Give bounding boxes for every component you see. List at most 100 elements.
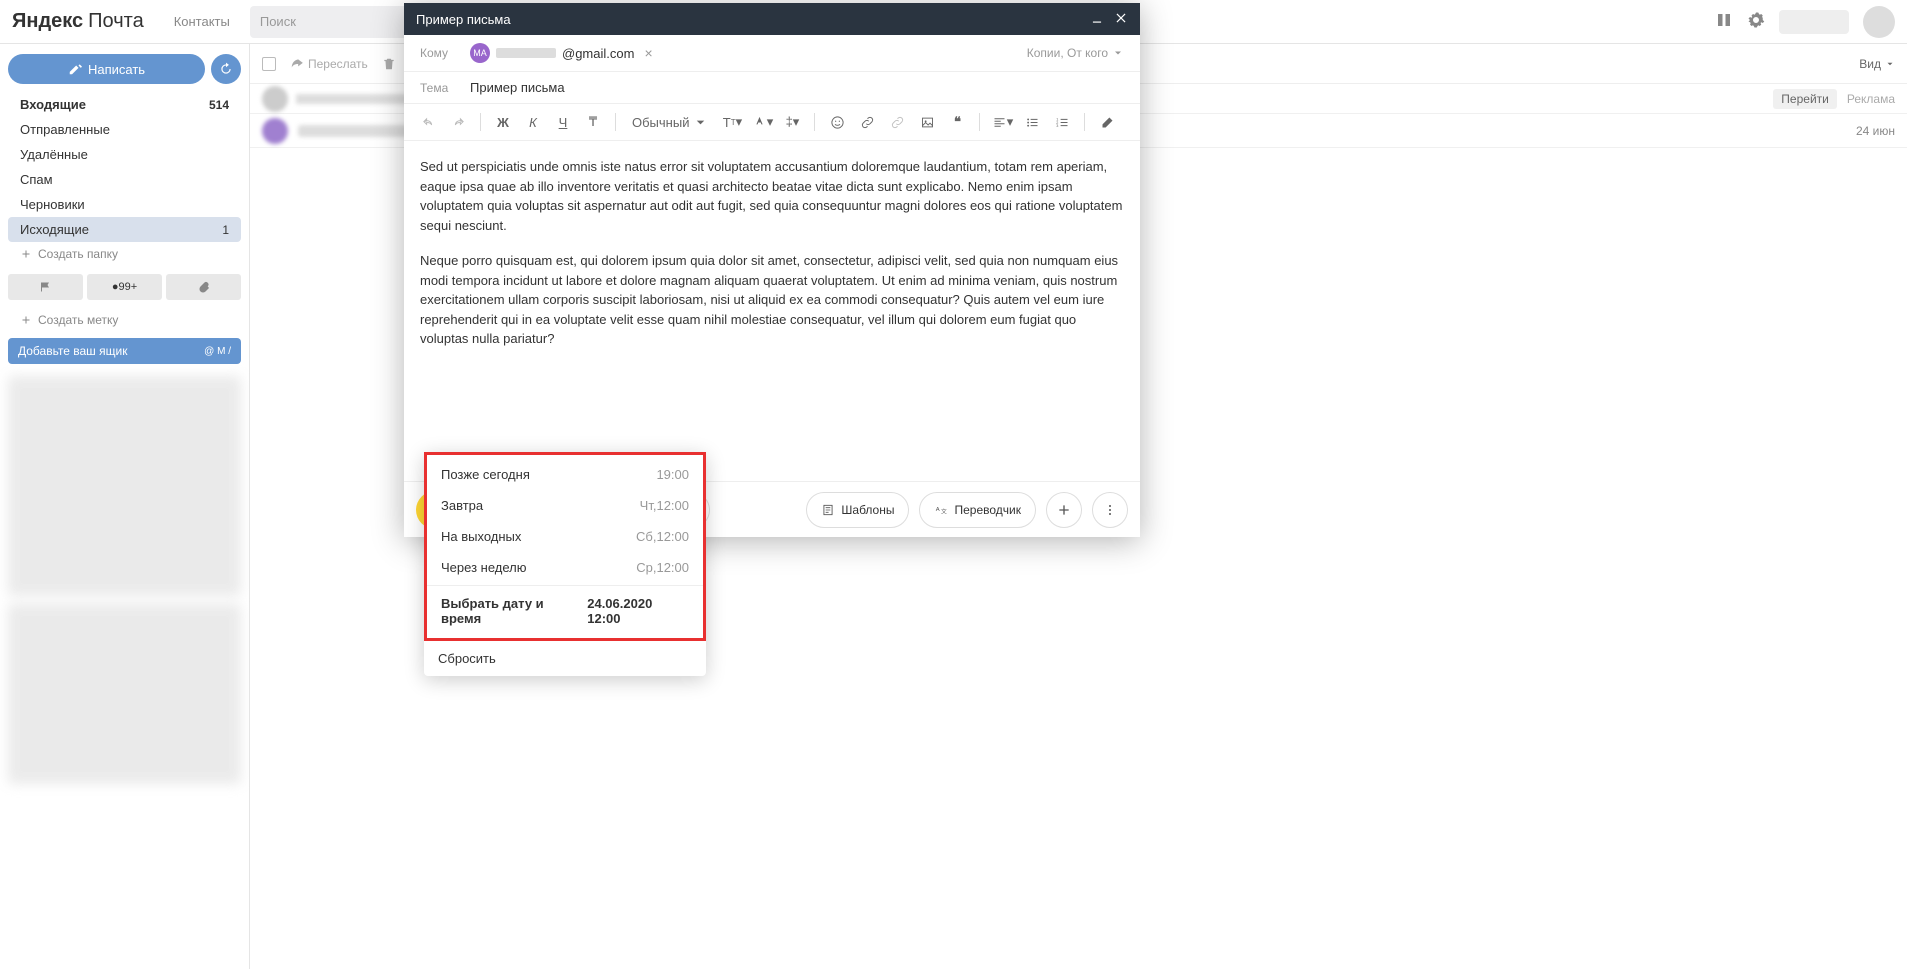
schedule-option[interactable]: На выходныхСб,12:00 <box>427 521 703 552</box>
schedule-reset-button[interactable]: Сбросить <box>424 641 706 676</box>
flag-filter[interactable] <box>8 274 83 300</box>
forward-button[interactable]: Переслать <box>290 57 368 71</box>
promo-goto-button[interactable]: Перейти <box>1773 89 1837 109</box>
template-icon <box>821 503 835 517</box>
folder-count: 514 <box>209 98 229 112</box>
logo-product: Почта <box>88 10 144 33</box>
more-button[interactable] <box>1092 492 1128 528</box>
body-paragraph: Neque porro quisquam est, qui dolorem ip… <box>420 251 1124 349</box>
quote-button[interactable]: ❝ <box>945 110 969 134</box>
style-dropdown[interactable]: Обычный <box>626 110 714 134</box>
sidebar: Написать Входящие 514 Отправленные Удалённы… <box>0 44 250 969</box>
chevron-down-icon <box>1112 47 1124 59</box>
schedule-custom-row[interactable]: Выбрать дату и время 24.06.2020 12:00 <box>427 588 703 634</box>
unlink-icon <box>890 115 905 130</box>
create-label[interactable]: Создать метку <box>8 308 241 332</box>
select-all-checkbox[interactable] <box>262 57 276 71</box>
folder-Черновики[interactable]: Черновики <box>8 192 241 217</box>
add-action-button[interactable] <box>1046 492 1082 528</box>
folder-name: Отправленные <box>20 122 110 137</box>
numberlist-button[interactable]: 123 <box>1050 110 1074 134</box>
emoji-button[interactable] <box>825 110 849 134</box>
trash-icon <box>382 57 396 71</box>
refresh-button[interactable] <box>211 54 241 84</box>
cc-toggle[interactable]: Копии, От кого <box>1027 46 1124 60</box>
to-field[interactable]: Кому MA @gmail.com × Копии, От кого <box>404 35 1140 72</box>
folder-Удалённые[interactable]: Удалённые <box>8 142 241 167</box>
folder-name: Спам <box>20 172 53 187</box>
schedule-popup: Позже сегодня19:00ЗавтраЧт,12:00На выход… <box>424 452 706 676</box>
logo[interactable]: Яндекс Почта <box>12 10 144 33</box>
schedule-option[interactable]: Позже сегодня19:00 <box>427 459 703 490</box>
add-mailbox-button[interactable]: Добавьте ваш ящик @ M / <box>8 338 241 364</box>
style-label: Обычный <box>632 115 689 130</box>
subject-field[interactable]: Тема Пример письма <box>404 72 1140 104</box>
compose-button[interactable]: Написать <box>8 54 205 84</box>
image-button[interactable] <box>915 110 939 134</box>
logo-brand: Яндекс <box>12 10 83 33</box>
contacts-link[interactable]: Контакты <box>174 14 230 29</box>
italic-button[interactable]: К <box>521 110 545 134</box>
username[interactable] <box>1779 10 1849 34</box>
folder-Исходящие[interactable]: Исходящие1 <box>8 217 241 242</box>
recipient-avatar: MA <box>470 43 490 63</box>
chevron-down-icon <box>1885 59 1895 69</box>
forward-icon <box>290 57 304 71</box>
compose-label: Написать <box>88 62 145 77</box>
schedule-option[interactable]: Через неделюСр,12:00 <box>427 552 703 583</box>
align-button[interactable]: ▾ <box>990 110 1014 134</box>
schedule-option-time: 19:00 <box>656 467 689 482</box>
textcolor-button[interactable]: ▾ <box>750 110 774 134</box>
translator-button[interactable]: A文 Переводчик <box>919 492 1036 528</box>
view-label: Вид <box>1859 57 1881 71</box>
avatar[interactable] <box>1863 6 1895 38</box>
apps-icon[interactable] <box>1715 11 1733 32</box>
plus-icon <box>20 314 32 326</box>
mailbox-provider-icons: @ M / <box>204 346 231 357</box>
promo-avatar <box>262 86 288 112</box>
delete-button[interactable] <box>382 57 396 71</box>
templates-label: Шаблоны <box>841 503 894 517</box>
schedule-option[interactable]: ЗавтраЧт,12:00 <box>427 490 703 521</box>
eraser-icon <box>1100 115 1115 130</box>
recipient-name-blur <box>496 48 556 58</box>
folder-Отправленные[interactable]: Отправленные <box>8 117 241 142</box>
underline-button[interactable]: Ч <box>551 110 575 134</box>
refresh-icon <box>219 62 233 76</box>
undo-button[interactable] <box>416 110 440 134</box>
attach-filter[interactable] <box>166 274 241 300</box>
redo-button[interactable] <box>446 110 470 134</box>
minimize-button[interactable] <box>1090 11 1104 28</box>
strike-button[interactable]: ₸ <box>581 110 605 134</box>
folder-Спам[interactable]: Спам <box>8 167 241 192</box>
more-vertical-icon <box>1102 502 1118 518</box>
view-toggle[interactable]: Вид <box>1859 57 1895 71</box>
add-mailbox-label: Добавьте ваш ящик <box>18 344 127 358</box>
create-folder[interactable]: Создать папку <box>8 242 241 266</box>
compose-header: Пример письма <box>404 3 1140 35</box>
link-button[interactable] <box>855 110 879 134</box>
undo-icon <box>421 115 436 130</box>
schedule-option-time: Сб,12:00 <box>636 529 689 544</box>
templates-button[interactable]: Шаблоны <box>806 492 909 528</box>
bulletlist-button[interactable] <box>1020 110 1044 134</box>
compose-body[interactable]: Sed ut perspiciatis unde omnis iste natu… <box>404 141 1140 481</box>
unread-filter[interactable]: ● 99+ <box>87 274 162 300</box>
lineheight-button[interactable]: ‡▾ <box>780 110 804 134</box>
close-button[interactable] <box>1114 11 1128 28</box>
ad-block <box>8 376 241 596</box>
fontsize-button[interactable]: TT▾ <box>720 110 744 134</box>
remove-recipient-button[interactable]: × <box>644 45 652 61</box>
paperclip-icon <box>198 281 210 293</box>
folder-Входящие[interactable]: Входящие 514 <box>8 92 241 117</box>
create-folder-label: Создать папку <box>38 247 118 261</box>
bold-button[interactable]: Ж <box>491 110 515 134</box>
unlink-button[interactable] <box>885 110 909 134</box>
eraser-button[interactable] <box>1095 110 1119 134</box>
schedule-custom-label: Выбрать дату и время <box>441 596 587 626</box>
recipient-chip[interactable]: MA @gmail.com × <box>470 43 653 63</box>
gear-icon[interactable] <box>1747 11 1765 32</box>
folder-name: Входящие <box>20 97 86 112</box>
svg-text:文: 文 <box>941 507 947 515</box>
plus-icon <box>20 248 32 260</box>
